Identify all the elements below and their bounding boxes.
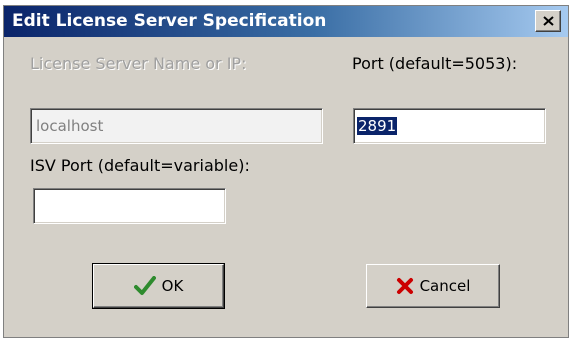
ok-button-label: OK bbox=[161, 277, 184, 295]
port-value: 2891 bbox=[357, 117, 398, 135]
port-label: Port (default=5053): bbox=[352, 54, 518, 73]
check-icon bbox=[133, 276, 156, 295]
x-mark-icon bbox=[396, 278, 413, 294]
server-name-value: localhost bbox=[36, 117, 104, 135]
isv-port-field[interactable] bbox=[33, 188, 226, 224]
ok-button[interactable]: OK bbox=[92, 263, 225, 309]
port-field[interactable]: 2891 bbox=[353, 108, 546, 144]
server-name-field: localhost bbox=[30, 108, 323, 144]
cancel-button[interactable]: Cancel bbox=[366, 264, 500, 308]
cancel-button-label: Cancel bbox=[419, 277, 471, 295]
window-title: Edit License Server Specification bbox=[12, 11, 327, 31]
close-button[interactable] bbox=[535, 10, 561, 32]
title-bar[interactable]: Edit License Server Specification bbox=[4, 6, 568, 37]
close-icon bbox=[543, 16, 554, 26]
server-name-label: License Server Name or IP: bbox=[30, 54, 247, 73]
isv-port-label: ISV Port (default=variable): bbox=[30, 156, 250, 175]
edit-license-server-dialog: Edit License Server Specification Licens… bbox=[3, 5, 569, 338]
